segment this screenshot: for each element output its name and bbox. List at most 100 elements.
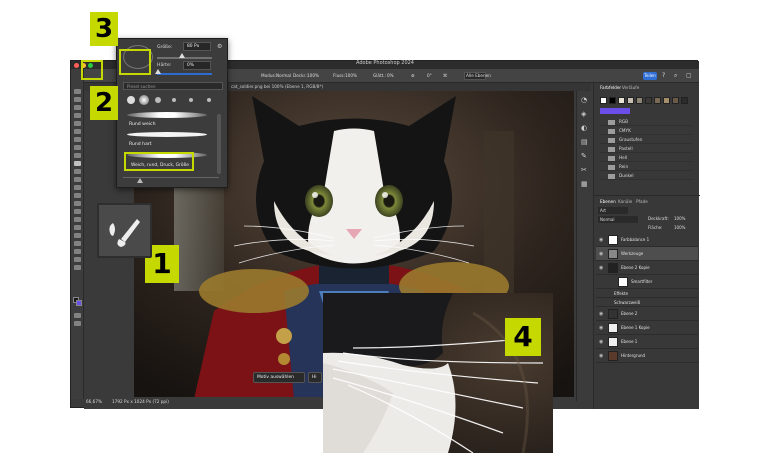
quick-mask-icon[interactable] (74, 313, 81, 318)
color-swatch[interactable] (618, 97, 625, 104)
color-swatch[interactable] (600, 97, 607, 104)
color-swatch[interactable] (663, 97, 670, 104)
brush-search-input[interactable]: Pinsel suchen (123, 82, 223, 90)
edit-toolbar-icon[interactable] (74, 265, 81, 270)
history-brush-tool-icon[interactable] (74, 177, 81, 182)
layer-row[interactable]: ◉ Ebene 1 (596, 335, 698, 349)
screen-mode-icon[interactable] (74, 321, 81, 326)
libraries-panel-icon[interactable]: ▤ (581, 139, 589, 146)
magic-wand-tool-icon[interactable] (74, 121, 81, 126)
paths-panel-icon[interactable]: ✂ (581, 167, 589, 174)
color-swatch[interactable] (672, 97, 679, 104)
hardness-slider[interactable] (157, 73, 212, 75)
properties-panel-icon[interactable]: ◈ (581, 111, 589, 118)
shape-tool-icon[interactable] (74, 241, 81, 246)
marquee-tool-icon[interactable] (74, 105, 81, 110)
brush-item-label[interactable]: Rund hart (129, 142, 152, 147)
gradient-tool-icon[interactable] (74, 193, 81, 198)
visibility-eye-icon[interactable]: ◉ (599, 321, 604, 335)
frame-tool-icon[interactable] (74, 137, 81, 142)
eyedropper-tool-icon[interactable] (74, 145, 81, 150)
color-swatch[interactable] (636, 97, 643, 104)
opacity-value[interactable]: 100% (307, 72, 319, 80)
brush-item-label[interactable]: Rund weich (129, 122, 155, 127)
visibility-eye-icon[interactable]: ◉ (599, 349, 604, 363)
search-icon[interactable]: ⌕ (674, 72, 677, 80)
folder-light[interactable]: Hell (600, 153, 692, 162)
brush-tip[interactable] (172, 98, 176, 102)
visibility-eye-icon[interactable]: ◉ (599, 261, 604, 275)
remove-background-button[interactable]: Hi (308, 372, 322, 383)
color-swatch[interactable] (609, 97, 616, 104)
mode-select[interactable]: Normal (276, 72, 291, 80)
size-field[interactable]: 80 Px (183, 42, 211, 51)
size-slider-knob[interactable] (179, 53, 185, 58)
accent-swatch[interactable] (600, 108, 630, 114)
layer-row[interactable]: ◉ Hintergrund (596, 349, 698, 363)
visibility-eye-icon[interactable]: ◉ (599, 307, 604, 321)
brush-tip[interactable] (189, 98, 193, 102)
hardness-slider-knob[interactable] (155, 69, 161, 74)
folder-pure[interactable]: Rein (600, 162, 692, 171)
smoothing-value[interactable]: 0% (387, 72, 394, 80)
symmetry-icon[interactable]: ⌘ (443, 72, 447, 80)
scrollbar[interactable] (217, 114, 221, 174)
brush-tip[interactable] (155, 97, 161, 103)
tab-layers[interactable]: Ebenen (600, 199, 616, 204)
visibility-eye-icon[interactable]: ◉ (599, 233, 604, 247)
layer-row[interactable]: ◉ Ebene 1 Kopie (596, 321, 698, 335)
brushes-panel-icon[interactable]: ✎ (581, 153, 589, 160)
type-tool-icon[interactable] (74, 225, 81, 230)
hand-tool-icon[interactable] (74, 249, 81, 254)
tab-paths[interactable]: Pfade (636, 199, 648, 204)
channels-panel-icon[interactable]: ▦ (581, 181, 589, 188)
share-button[interactable]: Teilen (643, 72, 657, 80)
layer-row[interactable]: Effekte (596, 289, 698, 298)
healing-tool-icon[interactable] (74, 153, 81, 158)
layer-row[interactable]: ◉ Ebene 2 Kopie (596, 261, 698, 275)
angle-value[interactable]: 0° (427, 72, 432, 80)
layer-opacity-value[interactable]: 100% (674, 216, 685, 221)
zoom-tool-icon[interactable] (74, 257, 81, 262)
layer-row-selected[interactable]: ◉ Werkzeuge (596, 247, 698, 261)
move-tool-icon[interactable] (74, 89, 81, 94)
flow-value[interactable]: 100% (345, 72, 357, 80)
path-selection-tool-icon[interactable] (74, 233, 81, 238)
folder-cmyk[interactable]: CMYK (600, 126, 692, 135)
color-swatch[interactable] (645, 97, 652, 104)
pen-tool-icon[interactable] (74, 217, 81, 222)
artboard-tool-icon[interactable] (74, 97, 81, 102)
layer-row[interactable]: ◉ Ebene 2 (596, 307, 698, 321)
visibility-eye-icon[interactable]: ◉ (599, 335, 604, 349)
folder-pastel[interactable]: Pastell (600, 144, 692, 153)
help-icon[interactable]: ? (662, 72, 665, 80)
hardness-field[interactable]: 0% (183, 61, 211, 70)
crop-tool-icon[interactable] (74, 129, 81, 134)
settings-gear-icon[interactable]: ⚙ (411, 72, 415, 80)
history-panel-icon[interactable]: ◔ (581, 97, 589, 104)
folder-grayscale[interactable]: Graustufen (600, 135, 692, 144)
background-color-swatch[interactable] (76, 300, 82, 306)
gear-icon[interactable]: ⚙ (217, 43, 222, 50)
brush-tip-soft[interactable] (139, 95, 149, 105)
color-swatch[interactable] (654, 97, 661, 104)
lasso-tool-icon[interactable] (74, 113, 81, 118)
zoom-level[interactable]: 66,67% (86, 399, 102, 404)
select-subject-button[interactable]: Motiv auswählen (253, 372, 305, 383)
preview-slider-knob[interactable] (137, 178, 143, 183)
color-swatch[interactable] (681, 97, 688, 104)
folder-dark[interactable]: Dunkel (600, 171, 692, 180)
layer-row[interactable]: ◉ Farbbalance 1 (596, 233, 698, 247)
layer-row[interactable]: Smartfilter (596, 275, 698, 289)
eraser-tool-icon[interactable] (74, 185, 81, 190)
clone-stamp-tool-icon[interactable] (74, 169, 81, 174)
dodge-tool-icon[interactable] (74, 209, 81, 214)
workspace-icon[interactable]: ▢ (686, 72, 692, 80)
brush-tip[interactable] (207, 98, 211, 102)
color-swatch[interactable] (627, 97, 634, 104)
blend-mode-select[interactable]: Normal (598, 216, 638, 223)
adjustments-panel-icon[interactable]: ◐ (581, 125, 589, 132)
layer-kind-filter[interactable]: Art (598, 207, 628, 214)
brush-tip-hard[interactable] (127, 96, 135, 104)
blur-tool-icon[interactable] (74, 201, 81, 206)
